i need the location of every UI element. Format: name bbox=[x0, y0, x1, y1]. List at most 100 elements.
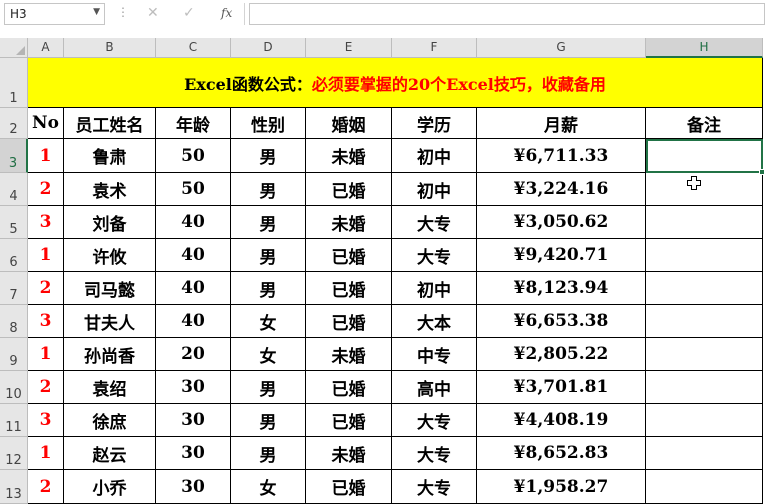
table-cell[interactable]: 50 bbox=[156, 173, 231, 206]
title-banner[interactable]: Excel函数公式： 必须要掌握的20个Excel技巧，收藏备用 bbox=[28, 58, 763, 108]
table-cell[interactable]: 40 bbox=[156, 239, 231, 272]
table-cell[interactable]: 男 bbox=[231, 139, 306, 173]
formula-input[interactable] bbox=[249, 3, 765, 25]
table-cell[interactable]: ¥8,652.83 bbox=[477, 437, 646, 470]
table-cell[interactable]: 1 bbox=[28, 437, 64, 470]
row-header-10[interactable]: 10 bbox=[0, 371, 28, 404]
table-header-cell[interactable]: 学历 bbox=[392, 108, 477, 139]
table-cell[interactable]: 男 bbox=[231, 404, 306, 437]
table-cell[interactable]: 男 bbox=[231, 173, 306, 206]
table-cell[interactable]: 2 bbox=[28, 371, 64, 404]
table-cell[interactable] bbox=[646, 338, 763, 371]
table-cell[interactable]: 女 bbox=[231, 305, 306, 338]
row-header-11[interactable]: 11 bbox=[0, 404, 28, 437]
table-cell[interactable]: 司马懿 bbox=[64, 272, 156, 305]
table-cell[interactable]: ¥3,701.81 bbox=[477, 371, 646, 404]
table-cell[interactable] bbox=[646, 305, 763, 338]
table-cell[interactable] bbox=[646, 239, 763, 272]
table-cell[interactable]: 大专 bbox=[392, 470, 477, 504]
table-cell[interactable]: ¥1,958.27 bbox=[477, 470, 646, 504]
table-cell[interactable]: 男 bbox=[231, 272, 306, 305]
table-cell[interactable]: ¥4,408.19 bbox=[477, 404, 646, 437]
fx-icon[interactable]: fx bbox=[221, 6, 232, 20]
table-cell[interactable]: 男 bbox=[231, 371, 306, 404]
table-cell[interactable]: 30 bbox=[156, 371, 231, 404]
row-header-4[interactable]: 4 bbox=[0, 173, 28, 206]
table-cell[interactable]: 1 bbox=[28, 239, 64, 272]
table-cell[interactable]: 已婚 bbox=[306, 404, 392, 437]
row-header-2[interactable]: 2 bbox=[0, 108, 28, 139]
row-header-8[interactable]: 8 bbox=[0, 305, 28, 338]
table-cell[interactable]: 30 bbox=[156, 404, 231, 437]
table-cell[interactable]: 大专 bbox=[392, 404, 477, 437]
table-cell[interactable]: 初中 bbox=[392, 173, 477, 206]
table-cell[interactable]: 赵云 bbox=[64, 437, 156, 470]
cancel-icon[interactable]: ✕ bbox=[147, 5, 159, 21]
table-cell[interactable]: 50 bbox=[156, 139, 231, 173]
table-cell[interactable]: 未婚 bbox=[306, 338, 392, 371]
table-cell[interactable]: 1 bbox=[28, 139, 64, 173]
column-header-h[interactable]: H bbox=[646, 38, 763, 58]
table-cell[interactable]: 高中 bbox=[392, 371, 477, 404]
table-cell[interactable]: 男 bbox=[231, 206, 306, 239]
table-cell[interactable]: ¥6,711.33 bbox=[477, 139, 646, 173]
table-cell[interactable]: ¥9,420.71 bbox=[477, 239, 646, 272]
column-header-a[interactable]: A bbox=[28, 38, 64, 58]
table-cell[interactable]: 女 bbox=[231, 470, 306, 504]
table-header-cell[interactable]: 月薪 bbox=[477, 108, 646, 139]
table-cell[interactable]: 大专 bbox=[392, 239, 477, 272]
table-cell[interactable]: 孙尚香 bbox=[64, 338, 156, 371]
table-cell[interactable]: ¥8,123.94 bbox=[477, 272, 646, 305]
table-cell[interactable]: ¥3,050.62 bbox=[477, 206, 646, 239]
dropdown-arrow-icon[interactable]: ▼ bbox=[93, 7, 100, 17]
table-cell[interactable]: 大本 bbox=[392, 305, 477, 338]
table-header-cell[interactable]: No bbox=[28, 108, 64, 139]
row-header-9[interactable]: 9 bbox=[0, 338, 28, 371]
column-header-b[interactable]: B bbox=[64, 38, 156, 58]
column-header-c[interactable]: C bbox=[156, 38, 231, 58]
fill-handle[interactable] bbox=[759, 169, 765, 175]
table-cell[interactable]: 女 bbox=[231, 338, 306, 371]
table-cell[interactable]: 已婚 bbox=[306, 173, 392, 206]
table-cell[interactable]: 已婚 bbox=[306, 239, 392, 272]
table-cell[interactable] bbox=[646, 470, 763, 504]
table-cell[interactable]: 袁绍 bbox=[64, 371, 156, 404]
table-cell[interactable] bbox=[646, 173, 763, 206]
table-cell[interactable]: 已婚 bbox=[306, 305, 392, 338]
column-header-e[interactable]: E bbox=[306, 38, 392, 58]
table-cell[interactable]: 2 bbox=[28, 470, 64, 504]
table-cell[interactable]: ¥3,224.16 bbox=[477, 173, 646, 206]
active-cell-border[interactable] bbox=[646, 139, 763, 173]
table-cell[interactable]: 30 bbox=[156, 437, 231, 470]
table-cell[interactable]: ¥2,805.22 bbox=[477, 338, 646, 371]
table-header-cell[interactable]: 备注 bbox=[646, 108, 763, 139]
name-box[interactable]: H3 ▼ bbox=[4, 3, 105, 25]
table-cell[interactable]: 大专 bbox=[392, 437, 477, 470]
table-cell[interactable]: 1 bbox=[28, 338, 64, 371]
table-cell[interactable]: 已婚 bbox=[306, 470, 392, 504]
table-cell[interactable]: 中专 bbox=[392, 338, 477, 371]
row-header-5[interactable]: 5 bbox=[0, 206, 28, 239]
table-cell[interactable] bbox=[646, 206, 763, 239]
column-header-d[interactable]: D bbox=[231, 38, 306, 58]
enter-icon[interactable]: ✓ bbox=[183, 5, 195, 21]
table-cell[interactable] bbox=[646, 272, 763, 305]
table-cell[interactable]: 3 bbox=[28, 206, 64, 239]
name-box-value[interactable]: H3 bbox=[10, 7, 27, 21]
row-header-12[interactable]: 12 bbox=[0, 437, 28, 470]
table-cell[interactable]: 男 bbox=[231, 239, 306, 272]
table-cell[interactable]: 40 bbox=[156, 206, 231, 239]
row-header-13[interactable]: 13 bbox=[0, 470, 28, 504]
table-header-cell[interactable]: 年龄 bbox=[156, 108, 231, 139]
table-cell[interactable]: 20 bbox=[156, 338, 231, 371]
table-cell[interactable]: 未婚 bbox=[306, 206, 392, 239]
table-cell[interactable] bbox=[646, 437, 763, 470]
table-cell[interactable]: 甘夫人 bbox=[64, 305, 156, 338]
table-cell[interactable]: 初中 bbox=[392, 139, 477, 173]
row-header-6[interactable]: 6 bbox=[0, 239, 28, 272]
table-cell[interactable]: 徐庶 bbox=[64, 404, 156, 437]
table-cell[interactable]: 大专 bbox=[392, 206, 477, 239]
table-cell[interactable]: 3 bbox=[28, 404, 64, 437]
table-header-cell[interactable]: 员工姓名 bbox=[64, 108, 156, 139]
table-cell[interactable]: 2 bbox=[28, 272, 64, 305]
